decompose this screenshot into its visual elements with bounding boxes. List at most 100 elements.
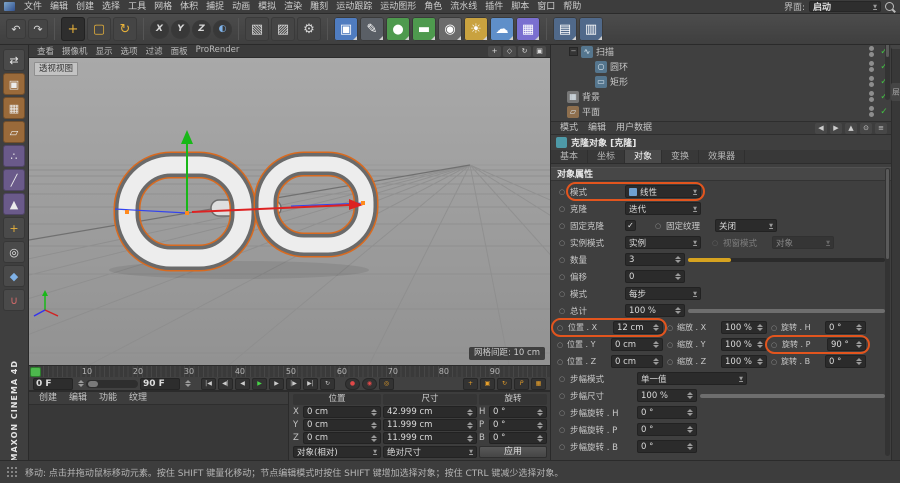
- next-frame-button[interactable]: ▶: [269, 377, 284, 390]
- sky-icon[interactable]: ☁: [490, 17, 514, 41]
- tree-row-sweep[interactable]: − ∿ 扫描 ✓: [569, 44, 889, 59]
- panel-menu-icon[interactable]: ≡: [875, 122, 887, 134]
- render-view-icon[interactable]: ▧: [245, 17, 269, 41]
- spinner-icon[interactable]: [653, 324, 659, 331]
- menubar-item[interactable]: 动画: [228, 0, 254, 14]
- key-scale-button[interactable]: ▣: [480, 377, 495, 390]
- viewport-menu-item[interactable]: ProRender: [192, 45, 244, 57]
- view-label[interactable]: 透视视图: [34, 62, 79, 76]
- menubar-item[interactable]: 角色: [420, 0, 446, 14]
- cube-primitive-icon[interactable]: ▣: [334, 17, 358, 41]
- viewport-menu-item[interactable]: 面板: [167, 45, 192, 57]
- menubar-item[interactable]: 运动图形: [376, 0, 420, 14]
- layout-window-icon[interactable]: ▥: [579, 17, 603, 41]
- viewport-menu-item[interactable]: 显示: [92, 45, 117, 57]
- animation-toggle[interactable]: ○: [557, 256, 567, 264]
- spinner-icon[interactable]: [757, 324, 763, 331]
- undo-icon[interactable]: ↶: [6, 19, 26, 39]
- viewport-menu-item[interactable]: 摄像机: [58, 45, 92, 57]
- menubar-item[interactable]: 运动跟踪: [332, 0, 376, 14]
- spinner-icon[interactable]: [467, 434, 473, 442]
- workplane-mode-icon[interactable]: ▱: [3, 121, 25, 143]
- count-field[interactable]: 3: [625, 253, 685, 266]
- visibility-dot-icon[interactable]: [869, 106, 874, 117]
- spline-pen-icon[interactable]: ✎: [360, 17, 384, 41]
- previous-frame-button[interactable]: ◀: [235, 377, 250, 390]
- volume-icon[interactable]: ▦: [516, 17, 540, 41]
- position-x-field[interactable]: 0 cm: [303, 406, 381, 418]
- spinner-icon[interactable]: [687, 392, 693, 399]
- clone-position-x-field[interactable]: 12 cm: [613, 321, 663, 334]
- size-x-field[interactable]: 42.999 cm: [383, 406, 477, 418]
- menubar-item[interactable]: 文件: [20, 0, 46, 14]
- animation-toggle[interactable]: ○: [653, 222, 663, 230]
- tab-basic[interactable]: 基本: [551, 150, 589, 163]
- menubar-item[interactable]: 插件: [481, 0, 507, 14]
- count-slider[interactable]: [688, 257, 885, 262]
- subdivision-surface-icon[interactable]: ●: [386, 17, 410, 41]
- axis-mode-icon[interactable]: +: [3, 217, 25, 239]
- material-menu-item[interactable]: 创建: [33, 392, 63, 404]
- rotate-view-icon[interactable]: ↻: [518, 45, 531, 57]
- visibility-dot-icon[interactable]: [869, 76, 874, 87]
- layers-tab[interactable]: 层: [890, 83, 900, 101]
- fix-texture-dropdown[interactable]: 关闭 ▼: [715, 219, 777, 232]
- interface-dropdown[interactable]: 启动 ▼: [809, 1, 881, 13]
- attribute-menu-item[interactable]: 模式: [555, 122, 583, 135]
- instance-mode-dropdown[interactable]: 实例 ▼: [625, 236, 701, 249]
- rotation-p-field[interactable]: 0 °: [489, 419, 547, 431]
- menubar-item[interactable]: 模拟: [254, 0, 280, 14]
- animation-toggle[interactable]: ○: [665, 358, 675, 366]
- snap-icon[interactable]: ◆: [3, 265, 25, 287]
- tab-coord[interactable]: 坐标: [588, 150, 626, 163]
- key-position-button[interactable]: +: [463, 377, 478, 390]
- animation-toggle[interactable]: ○: [665, 324, 675, 332]
- animation-toggle[interactable]: ○: [557, 426, 567, 434]
- render-picture-viewer-icon[interactable]: ▨: [271, 17, 295, 41]
- camera-icon[interactable]: ◉: [438, 17, 462, 41]
- spinner-icon[interactable]: [856, 341, 862, 348]
- spinner-icon[interactable]: [537, 421, 543, 429]
- tab-effectors[interactable]: 效果器: [699, 150, 746, 163]
- x-axis-lock-icon[interactable]: X: [150, 19, 169, 39]
- animation-toggle[interactable]: ○: [557, 392, 567, 400]
- timeline-ruler[interactable]: 0102030405060708090: [29, 365, 550, 377]
- animation-toggle[interactable]: ○: [769, 324, 779, 332]
- clone-scale-z-field[interactable]: 100 %: [721, 355, 767, 368]
- solo-mode-icon[interactable]: ◎: [3, 241, 25, 263]
- menubar-item[interactable]: 网格: [150, 0, 176, 14]
- render-settings-icon[interactable]: ⚙: [297, 17, 321, 41]
- clone-dropdown[interactable]: 迭代 ▼: [625, 202, 701, 215]
- size-y-field[interactable]: 11.999 cm: [383, 419, 477, 431]
- position-y-field[interactable]: 0 cm: [303, 419, 381, 431]
- point-mode-icon[interactable]: ∴: [3, 145, 25, 167]
- spinner-icon[interactable]: [185, 380, 191, 387]
- offset-field[interactable]: 0: [625, 270, 685, 283]
- visibility-dot-icon[interactable]: [869, 61, 874, 72]
- menubar-item[interactable]: 窗口: [533, 0, 559, 14]
- spinner-icon[interactable]: [653, 341, 659, 348]
- menubar-item[interactable]: 创建: [72, 0, 98, 14]
- tree-row-rectangle[interactable]: ▭ 矩形 ✓: [583, 74, 889, 89]
- spinner-icon[interactable]: [371, 434, 377, 442]
- stride-rotation-h-field[interactable]: 0 °: [637, 406, 697, 419]
- spinner-icon[interactable]: [687, 443, 693, 450]
- back-icon[interactable]: ◀: [815, 122, 827, 134]
- spinner-icon[interactable]: [653, 358, 659, 365]
- go-to-start-button[interactable]: |◀: [201, 377, 216, 390]
- fix-clone-checkbox[interactable]: ✓: [625, 220, 636, 231]
- move-tool-icon[interactable]: +: [61, 17, 85, 41]
- animation-toggle[interactable]: ○: [557, 205, 567, 213]
- coords-mode-dropdown[interactable]: 对象(相对) ▼: [293, 446, 381, 458]
- pin-icon[interactable]: ⊙: [860, 122, 872, 134]
- animation-toggle[interactable]: ○: [555, 324, 565, 332]
- clone-scale-x-field[interactable]: 100 %: [721, 321, 767, 334]
- viewport-canvas[interactable]: [0, 58, 900, 366]
- stride-rotation-b-field[interactable]: 0 °: [637, 440, 697, 453]
- expander-icon[interactable]: −: [569, 47, 578, 56]
- tree-row-plane[interactable]: ▱ 平面 ✓: [555, 104, 889, 119]
- viewport-menu-item[interactable]: 查看: [33, 45, 58, 57]
- light-icon[interactable]: ☀: [464, 17, 488, 41]
- z-axis-lock-icon[interactable]: Z: [192, 19, 211, 39]
- end-frame-field[interactable]: 90 F: [140, 377, 180, 390]
